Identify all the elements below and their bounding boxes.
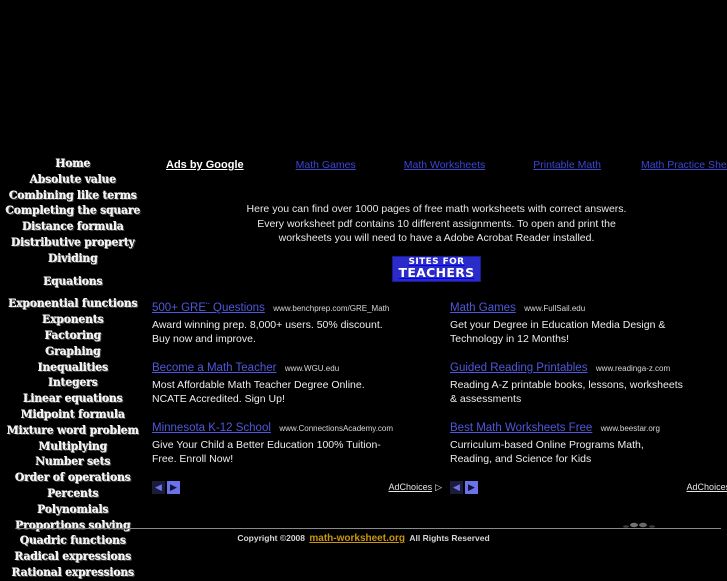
ad-url: www.WGU.edu [284, 364, 340, 373]
prev-arrow-icon[interactable]: ◀ [450, 480, 463, 494]
sidebar-item-rational-expressions[interactable]: Rational expressions [4, 565, 141, 581]
ad-block: Best Math Worksheets Free www.beestar.or… [450, 420, 727, 466]
ad-title-row: Minnesota K-12 School www.ConnectionsAca… [152, 420, 442, 436]
ad-column-right: Math Games www.FullSail.edu Get your Deg… [450, 300, 727, 494]
sites-for-teachers-badge-wrap: SITES FOR TEACHERS [146, 255, 727, 282]
sidebar-item-polynomials[interactable]: Polynomials [4, 502, 141, 518]
ad-title-link[interactable]: Math Games [450, 302, 516, 314]
ads-header-link-math-worksheets[interactable]: Math Worksheets [404, 159, 486, 171]
sidebar-item-inequalities[interactable]: Inequalities [4, 360, 141, 376]
sidebar-item-radical-expressions[interactable]: Radical expressions [4, 549, 141, 565]
sidebar-item-absolute-value[interactable]: Absolute value [4, 172, 141, 188]
ad-nav-row: ◀ ▶ AdChoices ▷ [152, 480, 442, 494]
ad-description: Give Your Child a Better Education 100% … [152, 439, 442, 466]
ad-nav-row: ◀ ▶ AdChoices ▷ [450, 480, 727, 494]
ad-block: 500+ GRE¨ Questions www.benchprep.com/GR… [152, 300, 442, 346]
next-arrow-icon[interactable]: ▶ [465, 480, 478, 494]
ad-description-line-2: Reading, and Science for Kids [450, 452, 592, 465]
sidebar-item-order-of-operations[interactable]: Order of operations [4, 470, 141, 486]
ads-header-link-printable-math[interactable]: Printable Math [533, 159, 601, 171]
ad-url: www.beestar.org [600, 424, 660, 433]
ad-title-link[interactable]: Minnesota K-12 School [152, 422, 271, 434]
sidebar-item-distance-formula[interactable]: Distance formula [4, 219, 141, 235]
ad-block: Become a Math Teacher www.WGU.edu Most A… [152, 360, 442, 406]
ad-title-link[interactable]: 500+ GRE¨ Questions [152, 302, 265, 314]
ad-description-line-1: Get your Degree in Education Media Desig… [450, 319, 666, 331]
sidebar-item-midpoint-formula[interactable]: Midpoint formula [4, 407, 141, 423]
sidebar-item-multiplying[interactable]: Multiplying [4, 439, 141, 455]
ad-title-row: Math Games www.FullSail.edu [450, 300, 727, 316]
footer-smudge-icon [623, 522, 655, 528]
adchoices-triangle-icon[interactable]: ▷ [435, 482, 442, 493]
ads-grid: 500+ GRE¨ Questions www.benchprep.com/GR… [146, 300, 727, 494]
ad-url: www.readinga-z.com [595, 364, 671, 373]
ad-description-line-2: NCATE Accredited. Sign Up! [152, 392, 285, 405]
ad-block: Minnesota K-12 School www.ConnectionsAca… [152, 420, 442, 466]
footer-rights: All Rights Reserved [409, 533, 490, 543]
sidebar-item-mixture-word-problem[interactable]: Mixture word problem [4, 423, 141, 439]
sidebar-item-combining-like-terms[interactable]: Combining like terms [4, 188, 141, 204]
ad-description-line-1: Most Affordable Math Teacher Degree Onli… [152, 379, 365, 391]
ad-description: Reading A-Z printable books, lessons, wo… [450, 379, 727, 406]
page-body: Home Absolute value Combining like terms… [0, 150, 727, 581]
ad-description-line-2: Buy now and improve. [152, 332, 256, 345]
ad-url: www.FullSail.edu [524, 304, 586, 313]
ad-column-left: 500+ GRE¨ Questions www.benchprep.com/GR… [152, 300, 442, 494]
ad-description-line-1: Award winning prep. 8,000+ users. 50% di… [152, 319, 383, 331]
ad-description: Most Affordable Math Teacher Degree Onli… [152, 379, 442, 406]
sidebar-navigation: Home Absolute value Combining like terms… [0, 150, 146, 581]
sidebar-item-exponential-functions[interactable]: Exponential functions [4, 296, 141, 312]
prev-arrow-icon[interactable]: ◀ [152, 480, 165, 494]
ad-title-link[interactable]: Become a Math Teacher [152, 362, 276, 374]
ad-url: www.ConnectionsAcademy.com [279, 424, 394, 433]
sidebar-item-completing-the-square[interactable]: Completing the square [4, 203, 141, 219]
sidebar-item-percents[interactable]: Percents [4, 486, 141, 502]
sidebar-item-factoring[interactable]: Factoring [4, 328, 141, 344]
footer: Copyright ©2008 math-worksheet.org All R… [0, 533, 727, 544]
intro-paragraph: Here you can find over 1000 pages of fre… [246, 203, 627, 244]
footer-domain-link[interactable]: math-worksheet.org [309, 533, 405, 544]
footer-divider [16, 528, 721, 529]
ad-description: Curriculum-based Online Programs Math, R… [450, 439, 727, 466]
ad-title-row: Best Math Worksheets Free www.beestar.or… [450, 420, 727, 436]
next-arrow-icon[interactable]: ▶ [167, 480, 180, 494]
main-content: Ads by Google Math Games Math Worksheets… [146, 150, 727, 494]
ads-header-link-math-practice-sheets[interactable]: Math Practice Sheets [641, 159, 727, 171]
ad-description: Award winning prep. 8,000+ users. 50% di… [152, 319, 442, 346]
sidebar-item-graphing[interactable]: Graphing [4, 344, 141, 360]
ad-description-line-2: & assessments [450, 392, 522, 405]
adchoices-link[interactable]: AdChoices [389, 482, 433, 492]
ad-description-line-1: Reading A-Z printable books, lessons, wo… [450, 379, 683, 391]
sidebar-item-linear-equations[interactable]: Linear equations [4, 391, 141, 407]
ad-title-link[interactable]: Best Math Worksheets Free [450, 422, 592, 434]
ads-header-link-math-games[interactable]: Math Games [296, 159, 356, 171]
badge-line-2: TEACHERS [398, 264, 475, 280]
ad-title-row: Become a Math Teacher www.WGU.edu [152, 360, 442, 376]
ad-description-line-2: Free. Enroll Now! [152, 452, 234, 465]
sidebar-item-dividing[interactable]: Dividing [4, 251, 141, 267]
ad-title-link[interactable]: Guided Reading Printables [450, 362, 587, 374]
sidebar-item-exponents[interactable]: Exponents [4, 312, 141, 328]
adchoices-link[interactable]: AdChoices [687, 482, 727, 492]
ad-description: Get your Degree in Education Media Desig… [450, 319, 727, 346]
sidebar-item-proportions-solving[interactable]: Proportions solving [4, 518, 141, 534]
sidebar-item-home[interactable]: Home [4, 156, 141, 172]
sidebar-item-integers[interactable]: Integers [4, 375, 141, 391]
ad-description-line-2: Technology in 12 Months! [450, 332, 570, 345]
ads-by-google-label[interactable]: Ads by Google [166, 159, 244, 171]
sites-for-teachers-badge[interactable]: SITES FOR TEACHERS [391, 255, 482, 282]
ad-title-row: Guided Reading Printables www.readinga-z… [450, 360, 727, 376]
footer-copyright-prefix: Copyright ©2008 [237, 533, 306, 543]
sidebar-item-equations[interactable]: Equations [4, 274, 141, 290]
top-banner-area [0, 0, 727, 150]
ad-block: Guided Reading Printables www.readinga-z… [450, 360, 727, 406]
sidebar-item-number-sets[interactable]: Number sets [4, 454, 141, 470]
ad-title-row: 500+ GRE¨ Questions www.benchprep.com/GR… [152, 300, 442, 316]
ads-by-google-header: Ads by Google Math Games Math Worksheets… [146, 154, 727, 176]
sidebar-item-distributive-property[interactable]: Distributive property [4, 235, 141, 251]
ad-url: www.benchprep.com/GRE_Math [273, 304, 390, 313]
ad-description-line-1: Curriculum-based Online Programs Math, [450, 439, 644, 451]
ad-block: Math Games www.FullSail.edu Get your Deg… [450, 300, 727, 346]
ad-description-line-1: Give Your Child a Better Education 100% … [152, 439, 381, 451]
